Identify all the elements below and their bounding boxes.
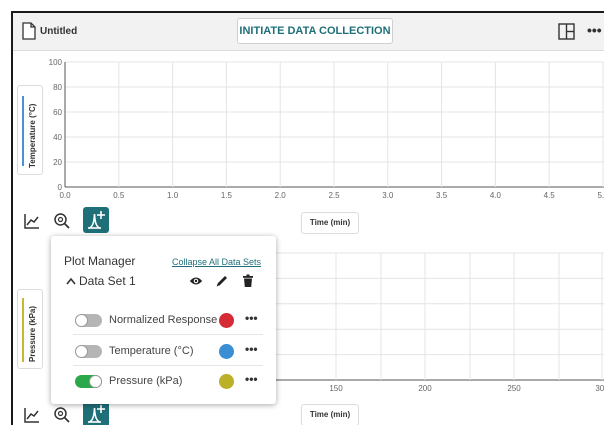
- more-options-icon[interactable]: •••: [245, 372, 258, 386]
- toggle-knob: [75, 314, 88, 327]
- graph2-zoom-icon[interactable]: [50, 403, 74, 425]
- temperature-color-swatch[interactable]: [219, 344, 234, 359]
- dataset-name[interactable]: Data Set 1: [79, 274, 136, 288]
- plot-row-normalized-response: Normalized Response •••: [73, 305, 263, 335]
- toggle-knob: [75, 345, 88, 358]
- x-tick-label: 200: [418, 384, 432, 393]
- plot-row-temperature: Temperature (°C) •••: [73, 336, 263, 366]
- collapse-all-link[interactable]: Collapse All Data Sets: [172, 257, 261, 267]
- app-frame: Untitled INITIATE DATA COLLECTION ••• Te…: [11, 11, 604, 425]
- more-options-icon[interactable]: •••: [245, 342, 258, 356]
- chevron-up-icon[interactable]: [66, 277, 76, 285]
- pressure-color-swatch[interactable]: [219, 374, 234, 389]
- x-tick-label: 150: [329, 384, 343, 393]
- plot-row-label: Normalized Response: [109, 314, 218, 326]
- normalized-response-color-swatch[interactable]: [219, 313, 234, 328]
- plot-manager-title: Plot Manager: [64, 254, 136, 268]
- more-options-icon[interactable]: •••: [245, 311, 258, 325]
- plot-manager-panel: Plot Manager Collapse All Data Sets Data…: [51, 236, 276, 404]
- normalized-response-toggle[interactable]: [75, 314, 102, 327]
- toggle-knob: [89, 375, 102, 388]
- pressure-toggle[interactable]: [75, 375, 102, 388]
- plot-row-pressure: Pressure (kPa) •••: [73, 366, 263, 396]
- row-divider: [73, 334, 263, 335]
- graph2-plot-manager-icon: [88, 405, 105, 423]
- plot-row-label: Pressure (kPa): [109, 375, 183, 387]
- x-tick-label: 300: [595, 384, 604, 393]
- x-tick-label: 250: [507, 384, 521, 393]
- graph2-options-icon[interactable]: [20, 403, 44, 425]
- pencil-icon[interactable]: [215, 274, 229, 288]
- graph2-x-axis-selector[interactable]: Time (min): [301, 404, 359, 425]
- graph2-plot-manager-button[interactable]: [83, 401, 109, 425]
- plot-row-label: Temperature (°C): [109, 345, 194, 357]
- temperature-toggle[interactable]: [75, 345, 102, 358]
- trash-icon[interactable]: [241, 274, 255, 288]
- eye-icon[interactable]: [189, 274, 203, 288]
